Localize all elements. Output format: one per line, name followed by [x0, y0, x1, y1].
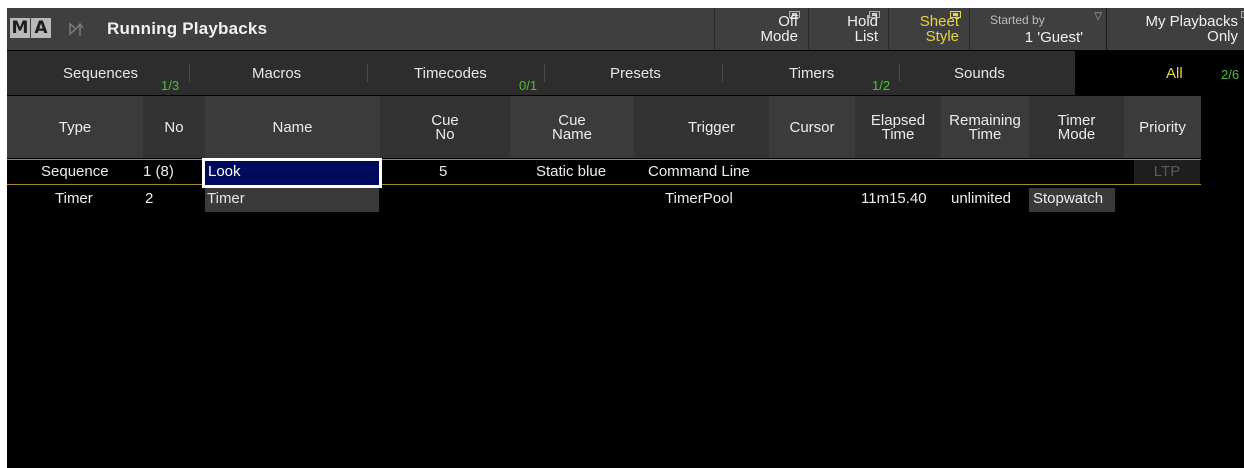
tab-label: Timecodes [414, 65, 487, 82]
running-playbacks-window: M A Running Playbacks Off Mode Hold List… [7, 8, 1244, 468]
table-row[interactable]: Sequence 1 (8) Look 5 Static blue Comman… [7, 158, 1201, 188]
col-no-label: No [164, 119, 184, 136]
col-cue-no[interactable]: Cue No [380, 96, 510, 158]
cell-type: Timer [55, 190, 93, 207]
hold-list-button[interactable]: Hold List [808, 8, 888, 50]
cell-cue-name: Static blue [536, 163, 607, 180]
tab-label: Presets [610, 65, 661, 82]
cell-trigger: TimerPool [665, 190, 733, 207]
ma-logo-a: A [31, 18, 51, 38]
col-name-label: Name [272, 119, 313, 136]
cell-remaining: unlimited [951, 190, 1012, 207]
pin-icon[interactable] [67, 19, 87, 39]
tab-label: All [1166, 65, 1183, 82]
tab-presets[interactable]: Presets [545, 51, 723, 95]
col-cue-name[interactable]: Cue Name [510, 96, 634, 158]
cell-timer-mode-text: Stopwatch [1033, 190, 1104, 207]
tab-all[interactable]: All 2/6 [1075, 51, 1244, 95]
title-bar: M A Running Playbacks Off Mode Hold List… [7, 8, 1244, 50]
cell-elapsed: 11m15.40 [861, 190, 927, 207]
off-mode-button[interactable]: Off Mode [714, 8, 808, 50]
tab-label: Sequences [63, 65, 139, 82]
ma-logo-m: M [10, 18, 30, 38]
col-cursor[interactable]: Cursor [769, 96, 855, 158]
cell-name-selected[interactable]: Look [202, 158, 382, 188]
cell-cue-no: 5 [439, 163, 448, 180]
cell-name-text: Look [208, 163, 241, 180]
tab-count: 2/6 [1221, 67, 1240, 82]
col-priority[interactable]: Priority [1124, 96, 1201, 158]
sheet-style-label-1: Sheet [919, 13, 959, 30]
cell-no: 2 [145, 190, 154, 207]
table-header: Type No Name Cue No Cue Name Trigger Cur… [7, 96, 1244, 158]
col-remaining-label-2: Time [968, 126, 1002, 143]
col-no[interactable]: No [143, 96, 205, 158]
sheet-style-button[interactable]: Sheet Style [888, 8, 969, 50]
col-cursor-label: Cursor [789, 119, 835, 136]
col-trigger[interactable]: Trigger [634, 96, 769, 158]
col-cue-name-label-2: Name [551, 126, 592, 143]
tab-count: 0/1 [519, 78, 538, 93]
hold-list-label-2: List [854, 28, 878, 45]
tab-sounds[interactable]: Sounds [900, 51, 1075, 95]
cell-type: Sequence [41, 163, 109, 180]
tab-timecodes[interactable]: Timecodes 0/1 [368, 51, 545, 95]
table-row[interactable]: Timer 2 Timer TimerPool 11m15.40 unlimit… [7, 188, 1201, 212]
col-type[interactable]: Type [7, 96, 143, 158]
cell-trigger: Command Line [648, 163, 750, 180]
tab-count: 1/3 [161, 78, 180, 93]
started-by-value: 1 'Guest' [1024, 29, 1083, 46]
cell-timer-mode[interactable]: Stopwatch [1029, 188, 1115, 212]
col-elapsed-label-2: Time [881, 126, 915, 143]
col-priority-label: Priority [1139, 119, 1186, 136]
tab-label: Sounds [954, 65, 1005, 82]
tab-count: 1/2 [872, 78, 891, 93]
cell-no: 1 (8) [143, 163, 174, 180]
col-type-label: Type [58, 119, 92, 136]
filter-tab-bar: Sequences 1/3 Macros Timecodes 0/1 Prese… [7, 51, 1244, 95]
window-title: Running Playbacks [107, 19, 268, 38]
my-playbacks-label-2: Only [1207, 28, 1238, 45]
off-mode-label-1: Off [778, 13, 798, 30]
col-name[interactable]: Name [205, 96, 380, 158]
cell-name-text: Timer [207, 190, 245, 207]
col-elapsed-time[interactable]: Elapsed Time [855, 96, 941, 158]
tab-macros[interactable]: Macros [190, 51, 368, 95]
cell-priority: LTP [1134, 160, 1200, 184]
col-remaining-time[interactable]: Remaining Time [941, 96, 1029, 158]
col-timer-mode-label-2: Mode [1057, 126, 1096, 143]
cell-name[interactable]: Timer [205, 188, 379, 212]
col-cue-no-label-2: No [435, 126, 455, 143]
my-playbacks-label-1: My Playbacks [1145, 13, 1238, 30]
tab-label: Timers [789, 65, 835, 82]
tab-timers[interactable]: Timers 1/2 [723, 51, 900, 95]
started-by-label: Started by [990, 13, 1045, 27]
tab-sequences[interactable]: Sequences 1/3 [7, 51, 190, 95]
hold-list-label-1: Hold [847, 13, 878, 30]
tab-label: Macros [252, 65, 302, 82]
col-trigger-label: Trigger [688, 119, 735, 136]
chevron-down-icon: ▽ [1094, 11, 1102, 22]
started-by-dropdown[interactable]: Started by 1 'Guest' ▽ [969, 8, 1106, 50]
my-playbacks-only-button[interactable]: My Playbacks Only [1106, 8, 1244, 50]
sheet-style-label-2: Style [925, 28, 959, 45]
off-mode-label-2: Mode [760, 28, 798, 45]
col-timer-mode[interactable]: Timer Mode [1029, 96, 1124, 158]
